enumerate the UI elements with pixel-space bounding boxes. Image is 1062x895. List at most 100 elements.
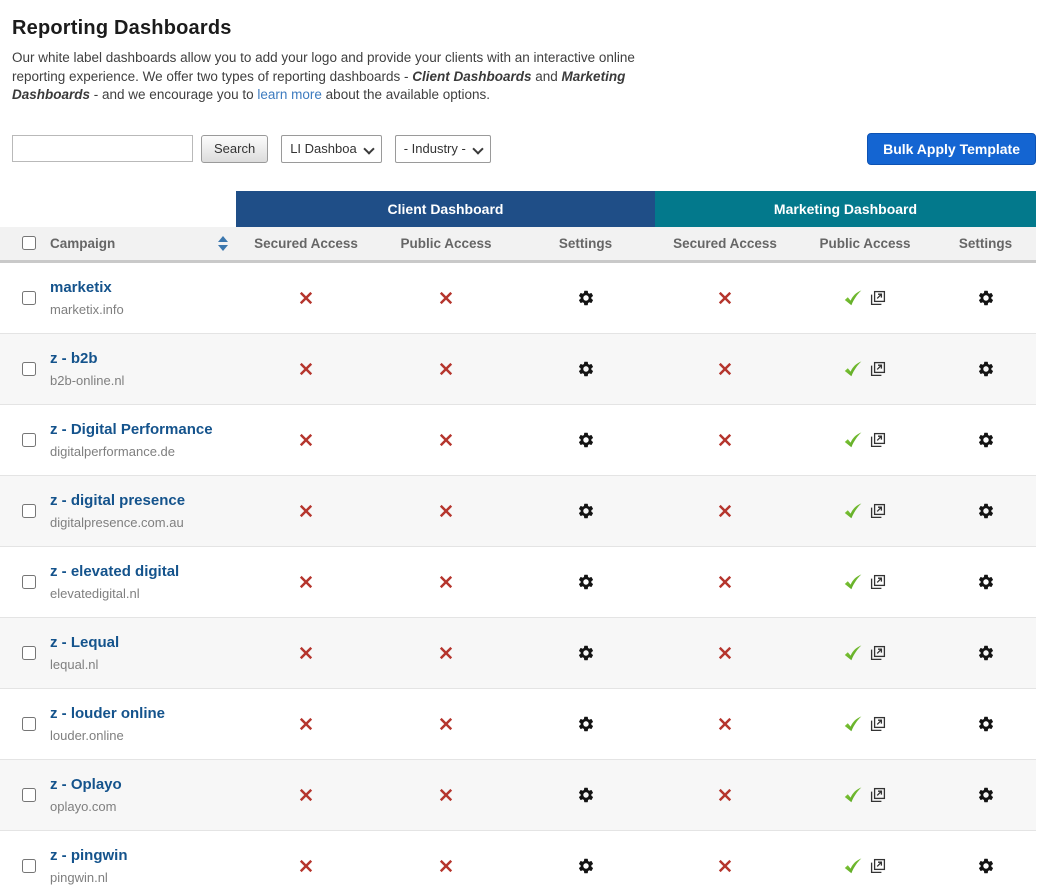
row-checkbox[interactable]	[22, 575, 36, 589]
check-icon[interactable]	[844, 503, 862, 519]
row-checkbox[interactable]	[22, 504, 36, 518]
gear-icon[interactable]	[977, 715, 995, 733]
campaign-link[interactable]: z - Digital Performance	[50, 421, 213, 438]
cross-icon[interactable]	[299, 788, 313, 802]
marketing-settings-cell	[935, 405, 1036, 475]
cross-icon[interactable]	[299, 575, 313, 589]
row-checkbox[interactable]	[22, 717, 36, 731]
campaign-text-block: z - digital presence digitalpresence.com…	[50, 492, 185, 530]
check-icon[interactable]	[844, 787, 862, 803]
campaign-link[interactable]: z - Oplayo	[50, 776, 122, 793]
cross-icon[interactable]	[299, 646, 313, 660]
cross-icon[interactable]	[718, 575, 732, 589]
gear-icon[interactable]	[577, 360, 595, 378]
gear-icon[interactable]	[977, 431, 995, 449]
cross-icon[interactable]	[439, 433, 453, 447]
campaign-link[interactable]: marketix	[50, 279, 124, 296]
dashboard-type-select[interactable]: LI Dashboa	[281, 135, 382, 163]
campaign-link[interactable]: z - b2b	[50, 350, 124, 367]
learn-more-link[interactable]: learn more	[257, 87, 322, 102]
row-checkbox[interactable]	[22, 433, 36, 447]
cross-icon[interactable]	[718, 788, 732, 802]
gear-icon[interactable]	[577, 857, 595, 875]
cross-icon[interactable]	[299, 362, 313, 376]
cross-icon[interactable]	[439, 717, 453, 731]
cross-icon[interactable]	[299, 433, 313, 447]
bulk-apply-template-button[interactable]: Bulk Apply Template	[867, 133, 1036, 165]
search-button[interactable]: Search	[201, 135, 268, 163]
cross-icon[interactable]	[718, 362, 732, 376]
cross-icon[interactable]	[299, 291, 313, 305]
cross-icon[interactable]	[718, 433, 732, 447]
row-checkbox[interactable]	[22, 788, 36, 802]
cross-icon[interactable]	[299, 717, 313, 731]
gear-icon[interactable]	[577, 502, 595, 520]
gear-icon[interactable]	[977, 289, 995, 307]
client-settings-cell	[516, 760, 655, 830]
external-link-icon[interactable]	[870, 574, 886, 590]
campaign-link[interactable]: z - pingwin	[50, 847, 127, 864]
group-header-client-dashboard: Client Dashboard	[236, 191, 655, 227]
marketing-secured-access-cell	[655, 334, 795, 404]
campaign-link[interactable]: z - digital presence	[50, 492, 185, 509]
cross-icon[interactable]	[439, 504, 453, 518]
client-settings-cell	[516, 547, 655, 617]
check-icon[interactable]	[844, 361, 862, 377]
cross-icon[interactable]	[439, 291, 453, 305]
cross-icon[interactable]	[439, 859, 453, 873]
row-checkbox[interactable]	[22, 859, 36, 873]
campaign-link[interactable]: z - elevated digital	[50, 563, 179, 580]
external-link-icon[interactable]	[870, 858, 886, 874]
cross-icon[interactable]	[439, 646, 453, 660]
check-icon[interactable]	[844, 574, 862, 590]
cross-icon[interactable]	[439, 788, 453, 802]
gear-icon[interactable]	[577, 431, 595, 449]
cross-icon[interactable]	[439, 362, 453, 376]
sort-descending-icon[interactable]	[218, 245, 228, 251]
cross-icon[interactable]	[299, 504, 313, 518]
gear-icon[interactable]	[577, 644, 595, 662]
search-input[interactable]	[12, 135, 193, 162]
external-link-icon[interactable]	[870, 503, 886, 519]
cross-icon[interactable]	[718, 717, 732, 731]
external-link-icon[interactable]	[870, 290, 886, 306]
row-checkbox[interactable]	[22, 646, 36, 660]
cross-icon[interactable]	[718, 291, 732, 305]
gear-icon[interactable]	[577, 573, 595, 591]
cross-icon[interactable]	[718, 859, 732, 873]
gear-icon[interactable]	[577, 289, 595, 307]
gear-icon[interactable]	[977, 857, 995, 875]
gear-icon[interactable]	[977, 573, 995, 591]
cross-icon[interactable]	[718, 646, 732, 660]
check-icon[interactable]	[844, 858, 862, 874]
campaign-link[interactable]: z - Lequal	[50, 634, 119, 651]
check-icon[interactable]	[844, 645, 862, 661]
row-checkbox[interactable]	[22, 362, 36, 376]
external-link-icon[interactable]	[870, 716, 886, 732]
campaign-cell: z - digital presence digitalpresence.com…	[0, 476, 236, 546]
external-link-icon[interactable]	[870, 787, 886, 803]
check-icon[interactable]	[844, 290, 862, 306]
cross-icon[interactable]	[718, 504, 732, 518]
check-icon[interactable]	[844, 432, 862, 448]
external-link-icon[interactable]	[870, 645, 886, 661]
gear-icon[interactable]	[977, 644, 995, 662]
gear-icon[interactable]	[977, 360, 995, 378]
gear-icon[interactable]	[577, 786, 595, 804]
gear-icon[interactable]	[577, 715, 595, 733]
select-all-checkbox[interactable]	[22, 236, 36, 250]
cross-icon[interactable]	[439, 575, 453, 589]
check-icon[interactable]	[844, 716, 862, 732]
industry-select[interactable]: - Industry -	[395, 135, 491, 163]
row-checkbox[interactable]	[22, 291, 36, 305]
gear-icon[interactable]	[977, 502, 995, 520]
campaign-sort-control[interactable]	[218, 236, 228, 251]
gear-icon[interactable]	[977, 786, 995, 804]
external-link-icon[interactable]	[870, 432, 886, 448]
campaign-link[interactable]: z - louder online	[50, 705, 165, 722]
sort-ascending-icon[interactable]	[218, 236, 228, 242]
campaign-column-label: Campaign	[50, 236, 115, 251]
external-link-icon[interactable]	[870, 361, 886, 377]
campaign-text-block: z - louder online louder.online	[50, 705, 165, 743]
cross-icon[interactable]	[299, 859, 313, 873]
